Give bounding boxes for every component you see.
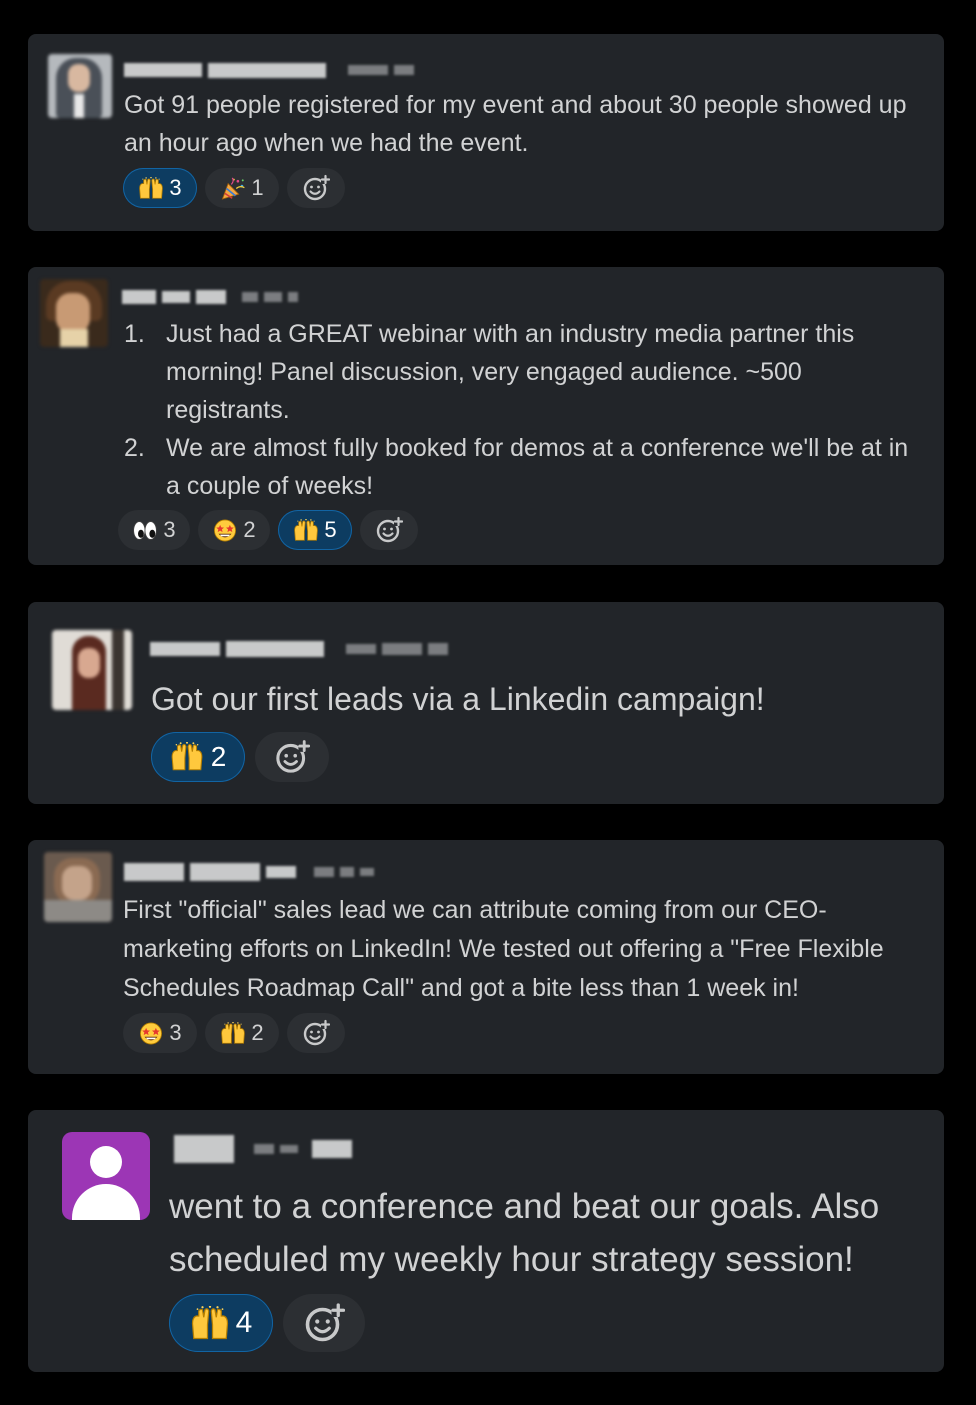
star-struck-icon	[138, 1022, 164, 1045]
reaction-count: 1	[251, 175, 264, 200]
sender-name-redacted	[122, 287, 298, 307]
message-text: went to a conference and beat our goals.…	[169, 1187, 880, 1279]
avatar[interactable]	[44, 852, 112, 922]
add-reaction-button[interactable]	[360, 510, 418, 550]
star-struck-icon	[212, 519, 238, 542]
raised-hands-icon	[170, 742, 204, 772]
sender-name-redacted	[124, 60, 414, 80]
reaction-raised-hands[interactable]: 2	[205, 1013, 279, 1053]
reaction-count: 5	[324, 517, 337, 542]
reaction-party-popper[interactable]: 1	[205, 168, 279, 208]
reaction-star-struck[interactable]: 3	[123, 1013, 197, 1053]
reaction-bar: 4	[169, 1294, 365, 1352]
reaction-bar: 3 2	[123, 1013, 345, 1053]
add-reaction-button[interactable]	[283, 1294, 365, 1352]
sender-name-redacted	[150, 638, 448, 660]
list-item: 2. We are almost fully booked for demos …	[124, 429, 926, 505]
reaction-raised-hands[interactable]: 3	[123, 168, 197, 208]
reaction-bar: 3 1	[123, 168, 345, 208]
raised-hands-icon	[220, 1022, 246, 1045]
reaction-count: 2	[243, 517, 256, 542]
reaction-raised-hands[interactable]: 4	[169, 1294, 273, 1352]
message-text: Got our first leads via a Linkedin campa…	[151, 681, 765, 717]
message-text: Got 91 people registered for my event an…	[124, 91, 907, 157]
eyes-icon	[132, 519, 158, 542]
list-number: 2.	[124, 434, 145, 462]
avatar[interactable]	[40, 279, 108, 347]
reaction-count: 2	[251, 1020, 264, 1045]
add-reaction-button[interactable]	[255, 732, 329, 782]
reaction-raised-hands[interactable]: 2	[151, 732, 245, 782]
reaction-count: 2	[210, 741, 227, 772]
avatar[interactable]	[52, 630, 132, 710]
raised-hands-icon	[190, 1306, 230, 1341]
message-card: First "official" sales lead we can attri…	[28, 840, 944, 1074]
add-reaction-button[interactable]	[287, 168, 345, 208]
reaction-bar: 3 2 5	[118, 510, 418, 550]
message-card: Got 91 people registered for my event an…	[28, 34, 944, 231]
message-card: Got our first leads via a Linkedin campa…	[28, 602, 944, 804]
add-reaction-icon	[302, 1019, 330, 1047]
reaction-count: 3	[169, 175, 182, 200]
add-reaction-button[interactable]	[287, 1013, 345, 1053]
message-text: First "official" sales lead we can attri…	[123, 896, 884, 1002]
reaction-count: 3	[169, 1020, 182, 1045]
default-profile-icon[interactable]	[62, 1132, 150, 1220]
reaction-count: 3	[163, 517, 176, 542]
avatar[interactable]	[48, 54, 112, 118]
message-list: 1. Just had a GREAT webinar with an indu…	[124, 315, 926, 505]
add-reaction-icon	[303, 1302, 345, 1344]
reaction-bar: 2	[151, 732, 329, 782]
reaction-raised-hands[interactable]: 5	[278, 510, 352, 550]
raised-hands-icon	[293, 519, 319, 542]
party-popper-icon	[220, 177, 246, 200]
message-card: 1. Just had a GREAT webinar with an indu…	[28, 267, 944, 565]
reaction-eyes[interactable]: 3	[118, 510, 190, 550]
add-reaction-icon	[375, 516, 403, 544]
reaction-star-struck[interactable]: 2	[198, 510, 270, 550]
list-item-text: We are almost fully booked for demos at …	[166, 434, 909, 500]
raised-hands-icon	[138, 177, 164, 200]
add-reaction-icon	[274, 739, 310, 775]
reaction-count: 4	[235, 1306, 253, 1339]
message-card: went to a conference and beat our goals.…	[28, 1110, 944, 1372]
sender-name-redacted	[124, 860, 374, 884]
sender-name-redacted	[174, 1132, 352, 1166]
list-item-text: Just had a GREAT webinar with an industr…	[166, 320, 855, 424]
list-number: 1.	[124, 320, 145, 348]
add-reaction-icon	[302, 174, 330, 202]
list-item: 1. Just had a GREAT webinar with an indu…	[124, 315, 926, 429]
